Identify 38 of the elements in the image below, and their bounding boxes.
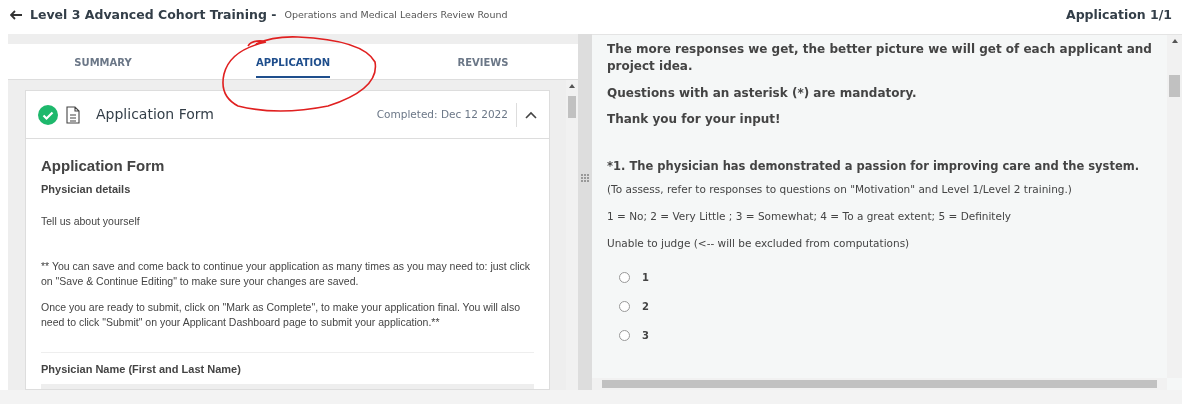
page-subtitle: Operations and Medical Leaders Review Round [284, 7, 508, 22]
hint-text: 1 = No; 2 = Very Little ; 3 = Somewhat; 4 = To a great extent; 5 = Definitely [607, 209, 1013, 225]
scrollbar[interactable] [1167, 35, 1182, 378]
radio-button[interactable] [619, 300, 630, 312]
radio-button[interactable] [619, 271, 630, 283]
chevron-icon[interactable] [525, 111, 537, 119]
card-title: Application Form [96, 105, 214, 124]
back-arrow-icon[interactable] [10, 10, 22, 20]
application-counter: Application 1/1 [1065, 5, 1172, 24]
note-text: Questions with an asterisk (*) are mandatory. [607, 84, 918, 102]
question-text: *1. The physician has demonstrated a passion for improving care and the system. [607, 158, 1141, 176]
scroll-thumb[interactable] [568, 96, 576, 118]
instruction-paragraph: ** You can save and come back to continue your application as many times as you may need to: just click on "Save & Continue Editing" to make sure your changes are saved. [41, 259, 532, 290]
document-icon [66, 105, 80, 124]
horizontal-scrollbar[interactable] [592, 378, 1167, 390]
option-label: 3 [642, 328, 649, 343]
form-heading: Application Form [41, 157, 166, 175]
scroll-up-arrow-icon[interactable] [1171, 39, 1178, 43]
note-text: Thank you for your input! [607, 111, 782, 129]
section-heading: Physician details [41, 182, 132, 197]
tab[interactable]: APPLICATION [198, 44, 388, 80]
scroll-thumb[interactable] [602, 380, 1157, 388]
completion-date: Completed: Dec 12 2022 [376, 106, 509, 122]
radio-button[interactable] [619, 329, 630, 341]
tab[interactable]: SUMMARY [8, 44, 198, 80]
hint-text: (To assess, refer to responses to questions on "Motivation" and Level 1/Level 2 training.) [607, 182, 1073, 198]
tab[interactable]: REVIEWS [388, 44, 578, 80]
instruction-paragraph: Once you are ready to submit, click on "Mark as Complete", to make your application final. You will also need to click "Submit" on your Applicant Dashboard page to submit your application.** [41, 299, 522, 330]
scroll-up-arrow-icon[interactable] [569, 84, 575, 88]
option-label: 1 [642, 270, 649, 285]
scroll-thumb[interactable] [1169, 75, 1180, 97]
drag-handle-icon[interactable] [581, 174, 589, 182]
intro-text: Tell us about yourself [41, 213, 141, 229]
field-label: Physician Name (First and Last Name) [41, 362, 242, 378]
option-label: 2 [642, 299, 649, 314]
hint-text: Unable to judge (<-- will be excluded from computations) [607, 235, 911, 251]
page-title: Level 3 Advanced Cohort Training - [30, 5, 277, 24]
note-text: The more responses we get, the better picture we will get of each applicant and project idea. [607, 41, 1152, 75]
